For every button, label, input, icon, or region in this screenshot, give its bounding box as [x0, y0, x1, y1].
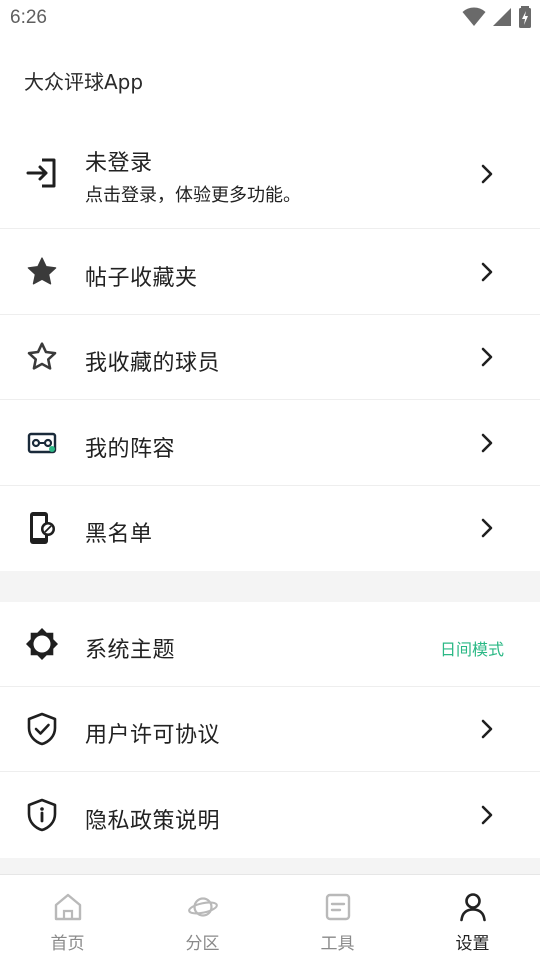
menu-item-favorite-players[interactable]: 我收藏的球员: [0, 315, 540, 400]
login-subtitle: 点击登录，体验更多功能。: [85, 185, 301, 206]
login-row[interactable]: 未登录 点击登录，体验更多功能。: [0, 118, 540, 229]
menu-item-label: 系统主题: [85, 638, 176, 663]
wifi-icon: [462, 7, 486, 26]
brightness-icon: [25, 627, 59, 661]
status-bar: 6:26: [0, 0, 540, 36]
status-icons: [462, 6, 532, 28]
menu-item-label: 我的阵容: [85, 437, 176, 462]
login-title: 未登录: [85, 151, 153, 176]
phone-block-icon: [25, 511, 59, 545]
planet-icon: [187, 891, 219, 923]
nav-label: 分区: [185, 934, 220, 954]
menu-item-system-theme[interactable]: 系统主题 日间模式: [0, 602, 540, 687]
chevron-right-icon: [478, 261, 496, 283]
section-divider: [0, 571, 540, 602]
star-filled-icon: [25, 255, 59, 289]
menu-item-blacklist[interactable]: 黑名单: [0, 486, 540, 571]
battery-icon: [519, 6, 531, 28]
shield-check-icon: [25, 712, 59, 746]
star-outline-icon: [25, 340, 59, 374]
menu-item-post-favorites[interactable]: 帖子收藏夹: [0, 229, 540, 315]
menu-item-label: 我收藏的球员: [85, 351, 221, 376]
theme-mode-value: 日间模式: [439, 640, 504, 659]
menu-item-user-license[interactable]: 用户许可协议: [0, 687, 540, 772]
app-title: 大众评球App: [24, 70, 144, 94]
bottom-nav: 首页 分区 工具 设置: [0, 874, 540, 960]
nav-label: 工具: [320, 934, 355, 954]
nav-label: 设置: [455, 934, 490, 954]
nav-tab-zones[interactable]: 分区: [135, 875, 270, 960]
menu-item-privacy-policy[interactable]: 隐私政策说明: [0, 772, 540, 858]
chevron-right-icon: [478, 346, 496, 368]
person-icon: [457, 891, 489, 923]
nav-tab-settings[interactable]: 设置: [405, 875, 540, 960]
chevron-right-icon: [478, 432, 496, 454]
lineup-icon: [25, 426, 59, 460]
chevron-right-icon: [478, 804, 496, 826]
chevron-right-icon: [478, 163, 496, 185]
menu-item-label: 帖子收藏夹: [85, 266, 198, 291]
menu-item-my-lineup[interactable]: 我的阵容: [0, 400, 540, 486]
nav-tab-home[interactable]: 首页: [0, 875, 135, 960]
login-icon: [25, 156, 59, 190]
home-icon: [52, 891, 84, 923]
signal-icon: [493, 8, 511, 26]
tool-icon: [322, 891, 354, 923]
chevron-right-icon: [478, 517, 496, 539]
menu-item-label: 黑名单: [85, 522, 153, 547]
menu-item-label: 用户许可协议: [85, 723, 221, 748]
section-divider: [0, 858, 540, 874]
chevron-right-icon: [478, 718, 496, 740]
nav-label: 首页: [50, 934, 85, 954]
shield-info-icon: [25, 798, 59, 832]
nav-tab-tools[interactable]: 工具: [270, 875, 405, 960]
menu-item-label: 隐私政策说明: [85, 809, 221, 834]
status-time: 6:26: [10, 7, 47, 28]
